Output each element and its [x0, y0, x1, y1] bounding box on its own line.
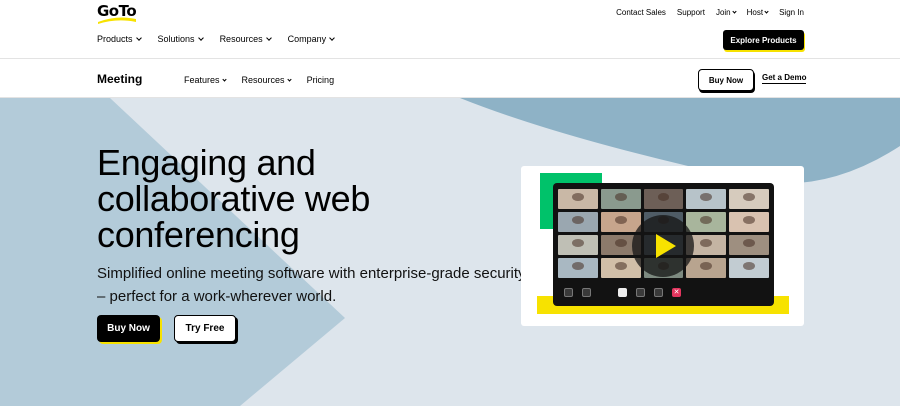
goto-logo[interactable]: GoTo	[97, 2, 141, 24]
nav-solutions[interactable]: Solutions	[157, 34, 204, 44]
participant-tile	[729, 235, 769, 255]
product-subnav: Meeting Features Resources Pricing Buy N…	[0, 60, 900, 98]
end-call-icon: ✕	[672, 287, 681, 297]
explore-products-button[interactable]: Explore Products	[723, 30, 804, 50]
screen-share-icon	[636, 287, 645, 297]
utility-contact-sales[interactable]: Contact Sales	[616, 8, 666, 17]
nav-company[interactable]: Company	[288, 34, 335, 44]
participant-tile	[558, 189, 598, 209]
nav-label: Resources	[219, 34, 263, 44]
chevron-down-icon	[135, 35, 142, 41]
meeting-controls: ✕	[558, 282, 769, 302]
participant-tile	[558, 258, 598, 278]
camera-icon	[564, 287, 573, 297]
participant-tile	[729, 212, 769, 232]
chevron-down-icon	[221, 76, 227, 82]
chevron-down-icon	[732, 9, 737, 14]
utility-host[interactable]: Host	[746, 8, 769, 17]
participant-tile	[729, 258, 769, 278]
participant-tile	[643, 189, 684, 209]
main-nav: Products Solutions Resources Company	[97, 34, 335, 44]
utility-nav: Contact Sales Support Join Host Sign In	[616, 8, 804, 17]
utility-label: Join	[715, 8, 731, 17]
chevron-down-icon	[197, 35, 204, 41]
participant-tile	[558, 235, 598, 255]
utility-label: Host	[746, 8, 764, 17]
subnav-pricing[interactable]: Pricing	[307, 75, 335, 85]
hero-subtext: Simplified online meeting software with …	[97, 265, 526, 305]
utility-join[interactable]: Join	[715, 8, 737, 17]
participant-tile	[686, 189, 727, 209]
participant-tile	[600, 189, 641, 209]
nav-label: Solutions	[157, 34, 195, 44]
participant-tile	[686, 212, 727, 232]
utility-support[interactable]: Support	[677, 8, 705, 17]
product-title[interactable]: Meeting	[97, 72, 142, 86]
subnav-label: Resources	[241, 75, 285, 85]
nav-products[interactable]: Products	[97, 34, 142, 44]
chevron-down-icon	[265, 35, 272, 41]
nav-resources[interactable]: Resources	[219, 34, 272, 44]
participant-tile	[558, 212, 598, 232]
play-button[interactable]	[632, 215, 694, 277]
subnav-label: Pricing	[306, 75, 335, 85]
hero-try-free-button[interactable]: Try Free	[174, 315, 236, 342]
chevron-down-icon	[286, 76, 292, 82]
hero-headline: Engaging and collaborative web conferenc…	[97, 142, 371, 255]
chevron-down-icon	[329, 35, 335, 41]
chat-icon	[654, 287, 663, 297]
subnav-label: Features	[184, 75, 220, 85]
participant-tile	[729, 189, 769, 209]
participant-tile	[600, 212, 641, 232]
hero-section: Engaging and collaborative web conferenc…	[0, 98, 900, 406]
subnav-buy-now-button[interactable]: Buy Now	[698, 69, 754, 91]
hero-buy-now-button[interactable]: Buy Now	[97, 315, 160, 342]
utility-label: Support	[676, 8, 705, 17]
global-header: GoTo Contact Sales Support Join Host Sig…	[0, 0, 900, 59]
utility-label: Sign In	[779, 8, 804, 17]
hand-raise-icon	[582, 287, 591, 297]
participant-tile	[600, 258, 641, 278]
get-a-demo-link[interactable]: Get a Demo	[762, 73, 807, 84]
nav-label: Company	[287, 34, 327, 44]
subnav-resources[interactable]: Resources	[241, 75, 292, 85]
logo-swoosh-icon	[98, 17, 136, 24]
subnav-features[interactable]: Features	[184, 75, 227, 85]
utility-sign-in[interactable]: Sign In	[779, 8, 804, 17]
microphone-icon	[618, 287, 627, 297]
product-nav-links: Features Resources Pricing	[184, 75, 334, 85]
participant-tile	[686, 258, 727, 278]
meeting-video-preview[interactable]: ✕	[553, 183, 774, 306]
chevron-down-icon	[764, 9, 769, 14]
play-icon	[655, 234, 676, 258]
product-video-card[interactable]: ✕	[521, 166, 804, 326]
utility-label: Contact Sales	[616, 8, 666, 17]
nav-label: Products	[97, 34, 133, 44]
